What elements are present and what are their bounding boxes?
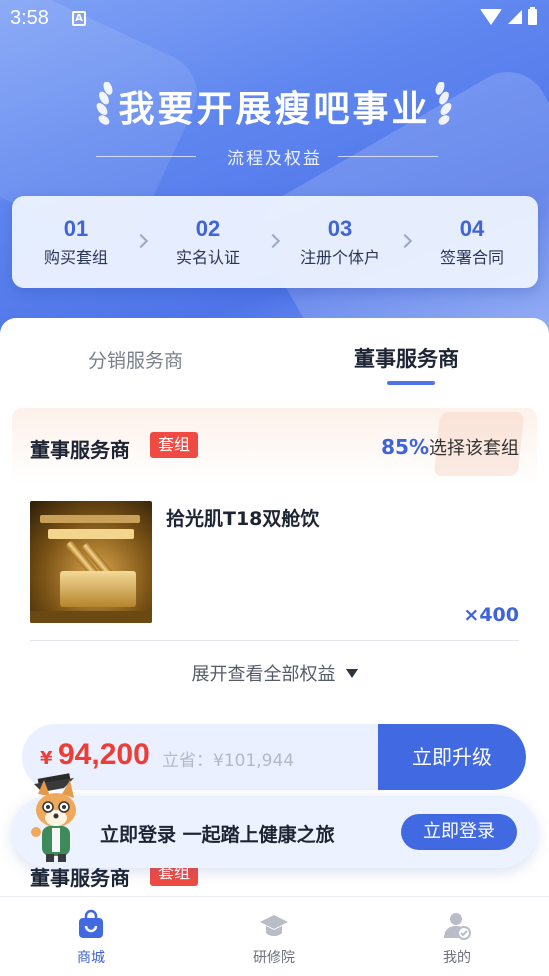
divider — [30, 640, 519, 641]
tab-indicator — [387, 381, 435, 385]
upgrade-button[interactable]: 立即升级 — [378, 724, 526, 790]
page-subtitle: 流程及权益 — [227, 149, 322, 169]
battery-icon — [528, 7, 537, 25]
login-prompt: 立即登录 一起踏上健康之旅 — [100, 824, 335, 846]
product-quantity: ×400 — [463, 604, 519, 626]
nav-label: 商城 — [77, 950, 105, 966]
tab-distributor[interactable]: 分销服务商 — [88, 346, 183, 373]
nav-item-profile[interactable]: 我的 — [397, 909, 517, 967]
expand-benefits-label: 展开查看全部权益 — [191, 664, 336, 685]
status-icons — [480, 7, 537, 25]
login-button[interactable]: 立即登录 — [401, 814, 517, 850]
nav-label: 研修院 — [253, 950, 295, 966]
package-popularity: 85%选择该套组 — [381, 434, 519, 460]
step-number: 01 — [63, 216, 89, 241]
step-item: 04 签署合同 — [412, 216, 532, 268]
step-label: 注册个体户 — [299, 248, 380, 267]
product-name: 拾光肌T18双舱饮 — [166, 508, 320, 530]
status-time: 3:58 — [10, 7, 49, 29]
product-image-band — [40, 515, 140, 523]
nav-label: 我的 — [443, 950, 471, 966]
nav-item-academy[interactable]: 研修院 — [214, 909, 334, 967]
nav-item-mall[interactable]: 商城 — [31, 909, 151, 967]
purchase-bar: ¥ 94,200 立省：¥101,944 立即升级 — [22, 724, 526, 790]
signal-icon — [508, 10, 522, 24]
wifi-icon — [480, 9, 502, 25]
step-item: 03 注册个体户 — [280, 216, 400, 268]
chevron-right-icon — [397, 233, 413, 249]
step-label: 购买套组 — [43, 248, 108, 267]
price-value: 94,200 — [58, 738, 150, 771]
popularity-label: 选择该套组 — [429, 438, 519, 459]
savings-text: 立省：¥101,944 — [162, 751, 295, 771]
chevron-right-icon — [265, 233, 281, 249]
step-item: 02 实名认证 — [148, 216, 268, 268]
status-bar: 3:58 A — [0, 0, 549, 38]
product-image-band — [48, 529, 134, 539]
graduation-cap-icon — [260, 915, 288, 936]
login-banner: 立即登录 一起踏上健康之旅 立即登录 — [12, 796, 537, 868]
package-header: 董事服务商 套组 85%选择该套组 — [12, 408, 537, 484]
laurel-right-icon — [435, 82, 452, 125]
step-number: 04 — [459, 216, 485, 241]
step-number: 03 — [327, 216, 353, 241]
step-item: 01 购买套组 — [16, 216, 136, 268]
page-headline: 我要开展瘦吧事业 — [118, 89, 431, 130]
hero-banner — [0, 0, 549, 360]
subtitle-divider — [338, 156, 438, 157]
product-image-strip — [30, 611, 152, 623]
product-image[interactable] — [30, 501, 152, 623]
price-currency: ¥ — [40, 748, 53, 769]
expand-benefits-button[interactable]: 展开查看全部权益 — [12, 660, 537, 686]
shopping-bag-icon — [79, 909, 103, 938]
step-label: 实名认证 — [175, 248, 240, 267]
popularity-percent: 85% — [381, 435, 429, 459]
user-icon — [444, 913, 471, 940]
tab-director[interactable]: 董事服务商 — [354, 343, 459, 373]
package-tag: 套组 — [150, 432, 199, 458]
step-label: 签署合同 — [439, 248, 504, 267]
bottom-nav: 商城 研修院 我的 — [0, 896, 549, 976]
package-title: 董事服务商 — [30, 438, 130, 462]
notification-icon: A — [72, 11, 86, 26]
step-number: 02 — [195, 216, 221, 241]
process-steps: 01 购买套组 02 实名认证 03 注册个体户 04 签署合同 — [12, 196, 538, 288]
triangle-down-icon — [345, 669, 358, 678]
fox-mascot-icon — [31, 773, 76, 862]
product-box — [60, 571, 136, 607]
chevron-right-icon — [133, 233, 149, 249]
